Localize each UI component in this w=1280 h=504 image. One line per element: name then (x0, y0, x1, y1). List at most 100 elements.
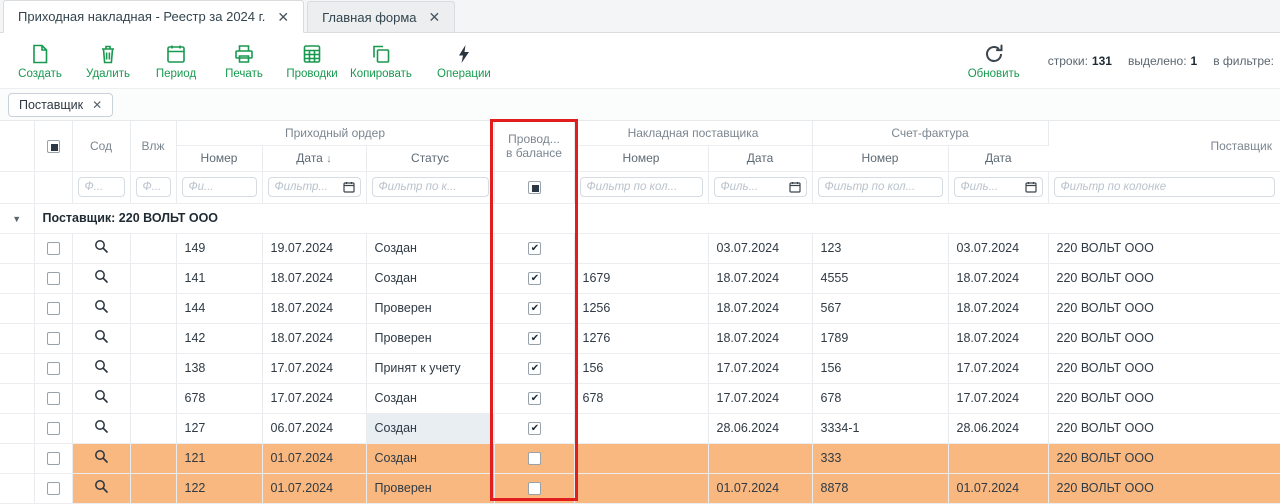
table-row[interactable]: 12201.07.2024Проверен01.07.2024887801.07… (0, 473, 1280, 503)
row-content-cell[interactable] (72, 323, 130, 353)
supplier-filter-chip[interactable]: Поставщик ✕ (8, 93, 113, 117)
row-content-cell[interactable] (72, 413, 130, 443)
row-select-cell[interactable] (34, 323, 72, 353)
period-button[interactable]: Период (146, 42, 206, 80)
po-status-column-header[interactable]: Статус (366, 145, 494, 171)
supplier-invoice-date-column-header[interactable]: Дата (708, 145, 812, 171)
magnifier-icon[interactable] (94, 299, 109, 314)
copy-button[interactable]: Копировать (350, 42, 412, 80)
row-checkbox[interactable] (47, 242, 60, 255)
tax-invoice-date-filter-input[interactable] (961, 181, 1022, 193)
tab-main-form[interactable]: Главная форма ✕ (307, 1, 455, 32)
table-row[interactable]: 14218.07.2024Проверен127618.07.202417891… (0, 323, 1280, 353)
calendar-icon[interactable] (1025, 181, 1037, 193)
balance-checkbox[interactable] (528, 332, 541, 345)
table-row[interactable]: 13817.07.2024Принят к учету15617.07.2024… (0, 353, 1280, 383)
create-button[interactable]: Создать (10, 42, 70, 80)
magnifier-icon[interactable] (94, 449, 109, 464)
attachment-column-header[interactable]: Влж (130, 121, 176, 171)
balance-cell[interactable] (494, 263, 574, 293)
row-select-cell[interactable] (34, 233, 72, 263)
table-row[interactable]: 12706.07.2024Создан28.06.20243334-128.06… (0, 413, 1280, 443)
table-row[interactable]: 14118.07.2024Создан167918.07.2024455518.… (0, 263, 1280, 293)
row-select-cell[interactable] (34, 443, 72, 473)
refresh-button[interactable]: Обновить (964, 42, 1024, 80)
row-content-cell[interactable] (72, 443, 130, 473)
row-checkbox[interactable] (47, 332, 60, 345)
table-row[interactable]: 67817.07.2024Создан67817.07.202467817.07… (0, 383, 1280, 413)
row-content-cell[interactable] (72, 353, 130, 383)
balance-cell[interactable] (494, 323, 574, 353)
tax-invoice-number-column-header[interactable]: Номер (812, 145, 948, 171)
balance-posting-column-header[interactable]: Провод... в балансе (494, 121, 574, 171)
balance-checkbox[interactable] (528, 392, 541, 405)
row-select-cell[interactable] (34, 293, 72, 323)
supplier-filter-input[interactable] (1054, 177, 1275, 197)
tax-invoice-number-filter-input[interactable] (818, 177, 943, 197)
content-filter-input[interactable] (78, 177, 125, 197)
row-checkbox[interactable] (47, 422, 60, 435)
supplier-column-header[interactable]: Поставщик (1048, 121, 1280, 171)
magnifier-icon[interactable] (94, 269, 109, 284)
row-checkbox[interactable] (47, 362, 60, 375)
balance-cell[interactable] (494, 293, 574, 323)
po-date-filter-input[interactable] (275, 181, 340, 193)
table-row[interactable]: 14919.07.2024Создан03.07.202412303.07.20… (0, 233, 1280, 263)
magnifier-icon[interactable] (94, 329, 109, 344)
select-all-header[interactable] (34, 121, 72, 171)
row-content-cell[interactable] (72, 293, 130, 323)
row-checkbox[interactable] (47, 302, 60, 315)
po-number-filter-input[interactable] (182, 177, 257, 197)
balance-cell[interactable] (494, 473, 574, 503)
calendar-icon[interactable] (789, 181, 801, 193)
row-checkbox[interactable] (47, 452, 60, 465)
supplier-invoice-number-filter-input[interactable] (580, 177, 703, 197)
content-column-header[interactable]: Сод (72, 121, 130, 171)
row-checkbox[interactable] (47, 272, 60, 285)
supplier-invoice-date-filter-input[interactable] (721, 181, 786, 193)
row-content-cell[interactable] (72, 233, 130, 263)
table-row[interactable]: 12101.07.2024Создан333220 ВОЛЬТ ООО (0, 443, 1280, 473)
close-icon[interactable]: ✕ (429, 10, 441, 24)
postings-button[interactable]: Проводки (282, 42, 342, 80)
balance-cell[interactable] (494, 383, 574, 413)
select-all-checkbox[interactable] (47, 140, 60, 153)
tab-incoming-invoice-register[interactable]: Приходная накладная - Реестр за 2024 г. … (3, 0, 304, 33)
po-status-filter-input[interactable] (372, 177, 489, 197)
balance-checkbox[interactable] (528, 482, 541, 495)
po-date-column-header[interactable]: Дата ↓ (262, 145, 366, 171)
close-icon[interactable]: ✕ (277, 10, 289, 24)
print-button[interactable]: Печать (214, 42, 274, 80)
balance-cell[interactable] (494, 413, 574, 443)
row-content-cell[interactable] (72, 383, 130, 413)
row-select-cell[interactable] (34, 473, 72, 503)
magnifier-icon[interactable] (94, 419, 109, 434)
attachment-filter-input[interactable] (136, 177, 171, 197)
balance-checkbox[interactable] (528, 362, 541, 375)
operations-button[interactable]: Операции (434, 42, 494, 80)
group-expander-cell[interactable]: ▼ (0, 203, 34, 233)
delete-button[interactable]: Удалить (78, 42, 138, 80)
row-content-cell[interactable] (72, 263, 130, 293)
balance-checkbox[interactable] (528, 422, 541, 435)
magnifier-icon[interactable] (94, 389, 109, 404)
balance-cell[interactable] (494, 353, 574, 383)
supplier-invoice-number-column-header[interactable]: Номер (574, 145, 708, 171)
balance-cell[interactable] (494, 233, 574, 263)
row-select-cell[interactable] (34, 383, 72, 413)
row-checkbox[interactable] (47, 482, 60, 495)
row-select-cell[interactable] (34, 263, 72, 293)
magnifier-icon[interactable] (94, 479, 109, 494)
tax-invoice-date-column-header[interactable]: Дата (948, 145, 1048, 171)
row-checkbox[interactable] (47, 392, 60, 405)
balance-filter-checkbox[interactable] (528, 181, 541, 194)
balance-checkbox[interactable] (528, 302, 541, 315)
collapse-triangle-icon[interactable]: ▼ (12, 214, 21, 224)
close-icon[interactable]: ✕ (92, 99, 102, 111)
balance-checkbox[interactable] (528, 452, 541, 465)
magnifier-icon[interactable] (94, 359, 109, 374)
balance-checkbox[interactable] (528, 272, 541, 285)
row-content-cell[interactable] (72, 473, 130, 503)
row-select-cell[interactable] (34, 413, 72, 443)
group-row[interactable]: ▼ Поставщик: 220 ВОЛЬТ ООО (0, 203, 1280, 233)
